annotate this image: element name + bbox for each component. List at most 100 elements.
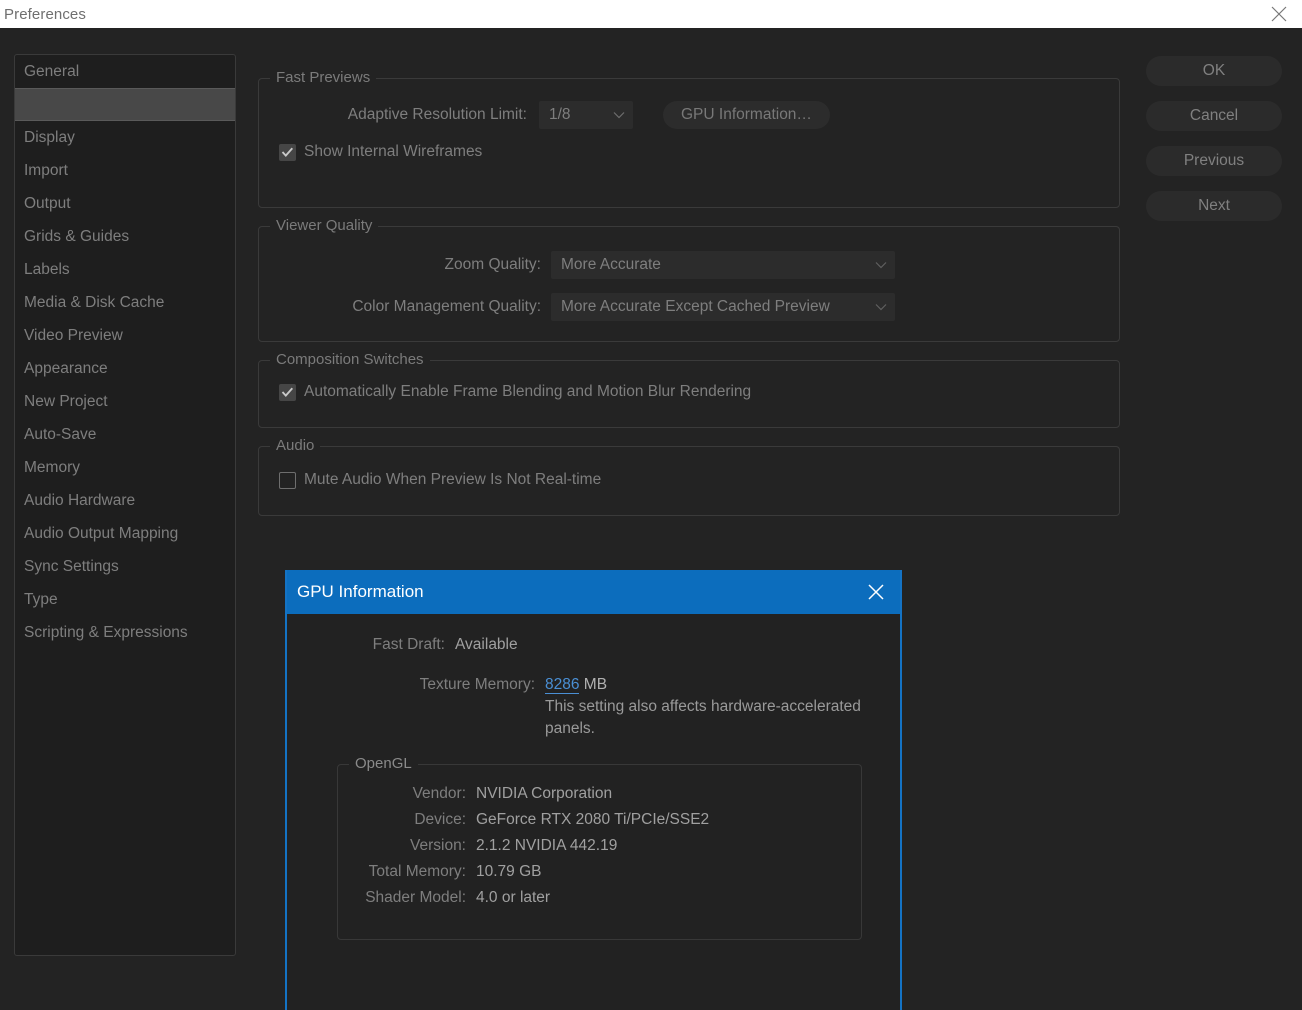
group-opengl: OpenGL Vendor: NVIDIA Corporation Device: G… [337,755,862,940]
sidebar-item-selected[interactable] [15,88,235,121]
group-title-viewer-quality: Viewer Quality [270,217,379,234]
dialog-action-buttons: OK Cancel Previous Next [1146,56,1282,236]
texture-memory-unit: MB [583,676,608,693]
sidebar-item-label: Type [24,590,58,608]
next-button[interactable]: Next [1146,191,1282,221]
sidebar-item-output[interactable]: Output [15,187,235,220]
sidebar-item-appearance[interactable]: Appearance [15,352,235,385]
gpu-dialog-body: Fast Draft: Available Texture Memory: 82… [287,614,900,940]
sidebar-item-audio-hardware[interactable]: Audio Hardware [15,484,235,517]
adaptive-resolution-label: Adaptive Resolution Limit: [347,106,527,123]
zoom-quality-label: Zoom Quality: [444,256,541,273]
row-texture-memory: Texture Memory: 8286 MB [305,676,882,694]
group-title-opengl: OpenGL [349,755,418,772]
sidebar-item-label: Display [24,128,75,146]
sidebar-item-label: New Project [24,392,108,410]
previous-button[interactable]: Previous [1146,146,1282,176]
ok-button[interactable]: OK [1146,56,1282,86]
opengl-row-label: Version: [409,837,466,854]
sidebar-item-grids-guides[interactable]: Grids & Guides [15,220,235,253]
sidebar-item-memory[interactable]: Memory [15,451,235,484]
sidebar-item-label: Media & Disk Cache [24,293,165,311]
opengl-row-value: 4.0 or later [476,889,551,906]
group-fast-previews: Fast Previews Adaptive Resolution Limit:… [258,69,1120,208]
opengl-row-value: 2.1.2 NVIDIA 442.19 [476,837,618,854]
sidebar-item-label: Grids & Guides [24,227,130,245]
sidebar-item-scripting-expressions[interactable]: Scripting & Expressions [15,616,235,649]
row-zoom-quality: Zoom Quality: More Accurate [275,251,1103,279]
group-audio: Audio Mute Audio When Preview Is Not Rea… [258,437,1120,516]
opengl-row-label: Device: [414,811,466,828]
sidebar-item-auto-save[interactable]: Auto-Save [15,418,235,451]
opengl-row-label: Vendor: [412,785,466,802]
group-title-audio: Audio [270,437,321,454]
sidebar-item-display[interactable]: Display [15,121,235,154]
group-viewer-quality: Viewer Quality Zoom Quality: More Accura… [258,217,1120,342]
group-title-fast-previews: Fast Previews [270,69,377,86]
opengl-row: Device: GeForce RTX 2080 Ti/PCIe/SSE2 [338,811,851,829]
sidebar-item-label: Output [24,194,71,212]
cancel-button[interactable]: Cancel [1146,101,1282,131]
checkbox-icon [279,383,296,401]
auto-enable-frame-blending-checkbox[interactable]: Automatically Enable Frame Blending and … [279,383,1103,401]
sidebar-item-label: Video Preview [24,326,123,344]
sidebar-item-new-project[interactable]: New Project [15,385,235,418]
window-titlebar: Preferences [0,0,1302,28]
auto-enable-frame-blending-label: Automatically Enable Frame Blending and … [304,383,752,400]
page-title: Preferences [4,5,86,23]
sidebar-item-general[interactable]: General [15,55,235,88]
opengl-row-label: Shader Model: [365,889,466,906]
color-management-label: Color Management Quality: [352,298,541,315]
sidebar-item-label: Memory [24,458,80,476]
color-management-select[interactable]: More Accurate Except Cached Preview [551,293,895,321]
group-composition-switches: Composition Switches Automatically Enabl… [258,351,1120,428]
gpu-information-button[interactable]: GPU Information… [663,101,830,129]
opengl-row-value: NVIDIA Corporation [476,785,613,802]
row-adaptive-resolution: Adaptive Resolution Limit: 1/8 GPU Infor… [275,101,1103,129]
sidebar-item-label: Labels [24,260,70,278]
sidebar-item-sync-settings[interactable]: Sync Settings [15,550,235,583]
show-internal-wireframes-checkbox[interactable]: Show Internal Wireframes [279,143,1103,161]
close-icon[interactable] [1256,0,1302,28]
gpu-dialog-title: GPU Information [297,582,424,601]
sidebar-item-label: Sync Settings [24,557,119,575]
opengl-row-value: 10.79 GB [476,863,542,880]
close-icon[interactable] [852,570,900,614]
opengl-row-label: Total Memory: [368,863,466,880]
checkbox-icon [279,143,296,161]
row-fast-draft: Fast Draft: Available [305,636,882,654]
opengl-row: Version: 2.1.2 NVIDIA 442.19 [338,837,851,855]
adaptive-resolution-select[interactable]: 1/8 [539,101,633,129]
zoom-quality-select[interactable]: More Accurate [551,251,895,279]
opengl-row: Shader Model: 4.0 or later [338,889,851,907]
color-management-value: More Accurate Except Cached Preview [561,298,830,315]
opengl-row: Total Memory: 10.79 GB [338,863,851,881]
preferences-category-list[interactable]: General Display Import Output Grids & Guides… [14,54,236,956]
row-color-management-quality: Color Management Quality: More Accurate … [275,293,1103,321]
sidebar-item-label: Audio Hardware [24,491,136,509]
sidebar-item-video-preview[interactable]: Video Preview [15,319,235,352]
fast-draft-label: Fast Draft: [372,636,445,653]
sidebar-item-labels[interactable]: Labels [15,253,235,286]
sidebar-item-import[interactable]: Import [15,154,235,187]
mute-audio-checkbox[interactable]: Mute Audio When Preview Is Not Real-time [279,471,1103,489]
texture-memory-note: This setting also affects hardware-accel… [545,698,861,737]
chevron-down-icon [613,111,625,119]
gpu-information-dialog: GPU Information Fast Draft: Available Te… [285,570,902,1010]
texture-memory-value: 8286 MB [545,676,607,694]
texture-memory-scrubber[interactable]: 8286 [545,676,580,694]
sidebar-item-label: General [24,62,80,80]
group-title-composition-switches: Composition Switches [270,351,430,368]
texture-memory-label: Texture Memory: [419,676,535,693]
sidebar-item-audio-output-mapping[interactable]: Audio Output Mapping [15,517,235,550]
zoom-quality-value: More Accurate [561,256,661,273]
mute-audio-label: Mute Audio When Preview Is Not Real-time [304,471,602,488]
chevron-down-icon [875,303,887,311]
show-internal-wireframes-label: Show Internal Wireframes [304,143,483,160]
sidebar-item-label: Appearance [24,359,108,377]
chevron-down-icon [875,261,887,269]
sidebar-item-media-disk-cache[interactable]: Media & Disk Cache [15,286,235,319]
opengl-row: Vendor: NVIDIA Corporation [338,785,851,803]
sidebar-item-type[interactable]: Type [15,583,235,616]
sidebar-item-label: Import [24,161,68,179]
